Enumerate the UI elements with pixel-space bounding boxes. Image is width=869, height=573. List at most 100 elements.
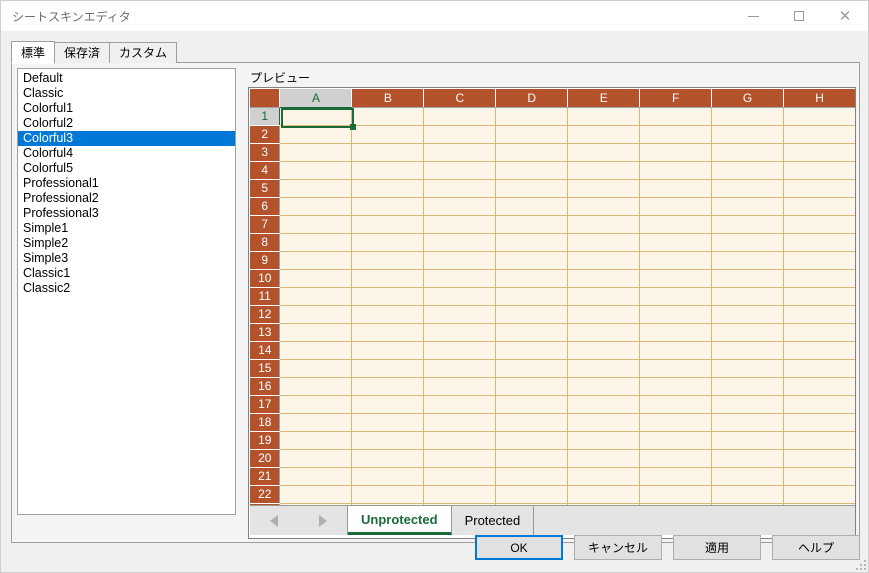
cell-C21[interactable] bbox=[424, 467, 496, 485]
list-item[interactable]: Professional3 bbox=[18, 206, 235, 221]
cell-B5[interactable] bbox=[352, 179, 424, 197]
cell-F1[interactable] bbox=[640, 107, 712, 125]
cell-C13[interactable] bbox=[424, 323, 496, 341]
cell-F16[interactable] bbox=[640, 377, 712, 395]
row-header-14[interactable]: 14 bbox=[250, 341, 280, 359]
cell-D21[interactable] bbox=[496, 467, 568, 485]
cell-F10[interactable] bbox=[640, 269, 712, 287]
cell-D2[interactable] bbox=[496, 125, 568, 143]
cell-G20[interactable] bbox=[712, 449, 784, 467]
cell-A8[interactable] bbox=[280, 233, 352, 251]
cell-E9[interactable] bbox=[568, 251, 640, 269]
cell-D17[interactable] bbox=[496, 395, 568, 413]
cell-H18[interactable] bbox=[784, 413, 856, 431]
cell-H11[interactable] bbox=[784, 287, 856, 305]
cell-F8[interactable] bbox=[640, 233, 712, 251]
cell-C11[interactable] bbox=[424, 287, 496, 305]
list-item[interactable]: Simple3 bbox=[18, 251, 235, 266]
cell-F9[interactable] bbox=[640, 251, 712, 269]
resize-grip[interactable] bbox=[854, 558, 866, 570]
cell-G15[interactable] bbox=[712, 359, 784, 377]
cell-B4[interactable] bbox=[352, 161, 424, 179]
cell-H13[interactable] bbox=[784, 323, 856, 341]
cell-B10[interactable] bbox=[352, 269, 424, 287]
cell-C5[interactable] bbox=[424, 179, 496, 197]
cell-A18[interactable] bbox=[280, 413, 352, 431]
cell-H7[interactable] bbox=[784, 215, 856, 233]
cell-C20[interactable] bbox=[424, 449, 496, 467]
cell-D16[interactable] bbox=[496, 377, 568, 395]
cell-C3[interactable] bbox=[424, 143, 496, 161]
cell-A7[interactable] bbox=[280, 215, 352, 233]
cell-F22[interactable] bbox=[640, 485, 712, 503]
cell-D14[interactable] bbox=[496, 341, 568, 359]
tab-custom[interactable]: カスタム bbox=[109, 42, 177, 63]
cell-F18[interactable] bbox=[640, 413, 712, 431]
cell-B9[interactable] bbox=[352, 251, 424, 269]
list-item[interactable]: Classic bbox=[18, 86, 235, 101]
cell-G14[interactable] bbox=[712, 341, 784, 359]
nav-prev-icon[interactable] bbox=[270, 515, 278, 527]
cell-D19[interactable] bbox=[496, 431, 568, 449]
cell-A14[interactable] bbox=[280, 341, 352, 359]
cell-G22[interactable] bbox=[712, 485, 784, 503]
row-header-9[interactable]: 9 bbox=[250, 251, 280, 269]
cell-B18[interactable] bbox=[352, 413, 424, 431]
cell-F15[interactable] bbox=[640, 359, 712, 377]
cell-D8[interactable] bbox=[496, 233, 568, 251]
column-header-d[interactable]: D bbox=[496, 89, 568, 107]
cell-B15[interactable] bbox=[352, 359, 424, 377]
cell-G11[interactable] bbox=[712, 287, 784, 305]
sheet-tab-unprotected[interactable]: Unprotected bbox=[348, 506, 452, 535]
cell-D9[interactable] bbox=[496, 251, 568, 269]
minimize-button[interactable] bbox=[730, 1, 776, 31]
row-header-10[interactable]: 10 bbox=[250, 269, 280, 287]
cell-H4[interactable] bbox=[784, 161, 856, 179]
cell-A6[interactable] bbox=[280, 197, 352, 215]
cell-G13[interactable] bbox=[712, 323, 784, 341]
cell-F17[interactable] bbox=[640, 395, 712, 413]
cell-D11[interactable] bbox=[496, 287, 568, 305]
cell-E21[interactable] bbox=[568, 467, 640, 485]
cell-E12[interactable] bbox=[568, 305, 640, 323]
cell-E1[interactable] bbox=[568, 107, 640, 125]
maximize-button[interactable] bbox=[776, 1, 822, 31]
column-header-h[interactable]: H bbox=[784, 89, 856, 107]
cell-H9[interactable] bbox=[784, 251, 856, 269]
list-item[interactable]: Colorful2 bbox=[18, 116, 235, 131]
cell-F6[interactable] bbox=[640, 197, 712, 215]
cell-D1[interactable] bbox=[496, 107, 568, 125]
skin-list[interactable]: Default Classic Colorful1 Colorful2 Colo… bbox=[17, 68, 236, 515]
cell-C15[interactable] bbox=[424, 359, 496, 377]
list-item[interactable]: Simple1 bbox=[18, 221, 235, 236]
cell-D4[interactable] bbox=[496, 161, 568, 179]
row-header-5[interactable]: 5 bbox=[250, 179, 280, 197]
cell-B12[interactable] bbox=[352, 305, 424, 323]
cell-B2[interactable] bbox=[352, 125, 424, 143]
sheet-tab-protected[interactable]: Protected bbox=[452, 506, 535, 535]
cell-G18[interactable] bbox=[712, 413, 784, 431]
cell-C19[interactable] bbox=[424, 431, 496, 449]
cell-C18[interactable] bbox=[424, 413, 496, 431]
cell-E19[interactable] bbox=[568, 431, 640, 449]
row-header-20[interactable]: 20 bbox=[250, 449, 280, 467]
cell-G4[interactable] bbox=[712, 161, 784, 179]
cell-D22[interactable] bbox=[496, 485, 568, 503]
cell-E2[interactable] bbox=[568, 125, 640, 143]
row-header-18[interactable]: 18 bbox=[250, 413, 280, 431]
cell-A10[interactable] bbox=[280, 269, 352, 287]
column-header-b[interactable]: B bbox=[352, 89, 424, 107]
row-header-15[interactable]: 15 bbox=[250, 359, 280, 377]
cell-F14[interactable] bbox=[640, 341, 712, 359]
list-item-selected[interactable]: Colorful3 bbox=[18, 131, 235, 146]
cell-E13[interactable] bbox=[568, 323, 640, 341]
cell-G8[interactable] bbox=[712, 233, 784, 251]
row-header-8[interactable]: 8 bbox=[250, 233, 280, 251]
tab-saved[interactable]: 保存済 bbox=[54, 42, 110, 63]
cell-E17[interactable] bbox=[568, 395, 640, 413]
cell-D13[interactable] bbox=[496, 323, 568, 341]
cell-H17[interactable] bbox=[784, 395, 856, 413]
cell-B6[interactable] bbox=[352, 197, 424, 215]
tab-standard[interactable]: 標準 bbox=[11, 41, 55, 64]
cell-H2[interactable] bbox=[784, 125, 856, 143]
